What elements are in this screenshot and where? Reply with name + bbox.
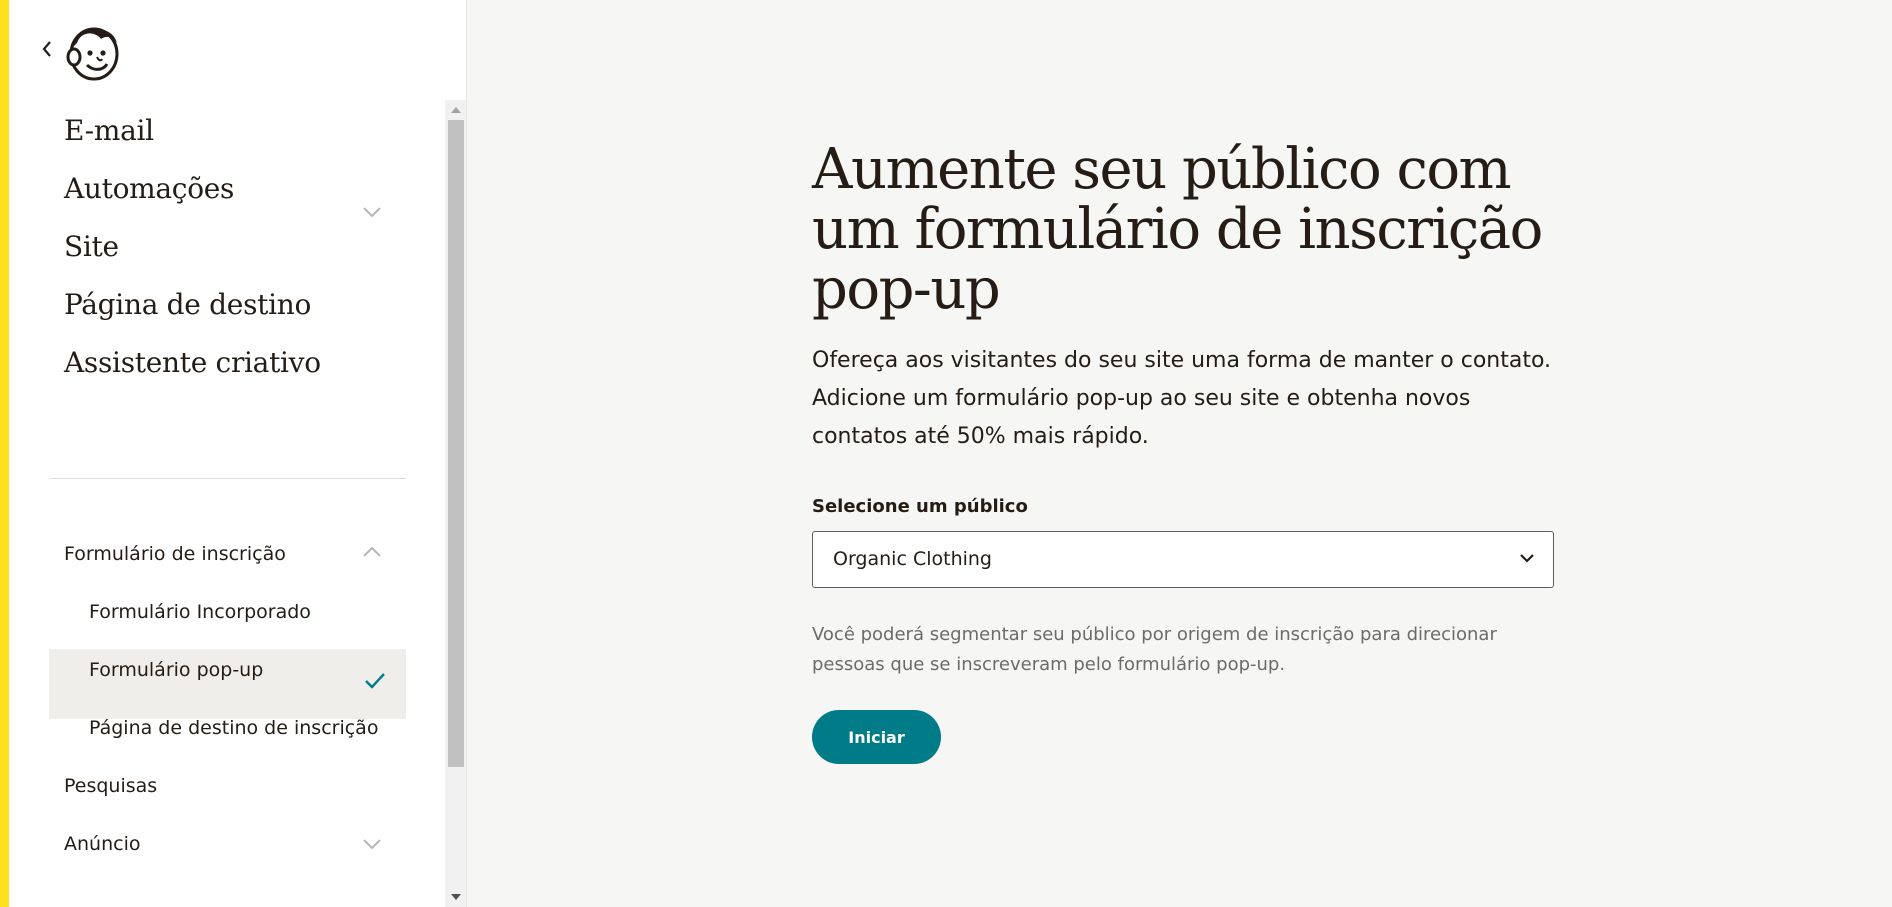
nav-item-popup-form-text[interactable]: Formulário pop-up (89, 659, 263, 681)
scroll-down-arrow[interactable] (445, 887, 466, 907)
nav-item-label: E-mail (64, 114, 154, 147)
page-description: Ofereça aos visitantes do seu site uma f… (812, 348, 1552, 449)
chevron-down-icon[interactable] (361, 837, 383, 851)
sidebar: E-mail Automações Site Página de destino… (9, 0, 467, 907)
audience-helper-text: Você poderá segmentar seu público por or… (812, 624, 1497, 675)
audience-select[interactable]: Organic Clothing (812, 531, 1554, 588)
nav-item-signup-landing-page[interactable]: Página de destino de inscrição (89, 717, 378, 739)
triangle-up-icon (451, 107, 461, 113)
nav-item-label: Formulário de inscrição (64, 543, 286, 565)
back-button[interactable] (32, 34, 62, 64)
triangle-down-icon (451, 894, 461, 900)
mailchimp-freddie-logo[interactable] (61, 17, 125, 83)
chevron-down-icon (1520, 554, 1534, 563)
nav-item-landing-page[interactable]: Página de destino (64, 288, 311, 321)
nav-item-label: Pesquisas (64, 775, 158, 797)
nav-item-automations[interactable]: Automações (64, 172, 234, 205)
sidebar-divider (49, 478, 406, 479)
nav-item-label: Automações (64, 172, 235, 205)
nav-item-ads[interactable]: Anúncio (64, 833, 140, 855)
nav-item-label: Site (64, 230, 119, 263)
nav-item-label: Assistente criativo (64, 346, 321, 379)
sidebar-scrollbar[interactable] (445, 100, 466, 907)
nav-item-label: Página de destino (64, 288, 312, 321)
chevron-down-icon[interactable] (361, 205, 383, 219)
nav-item-creative-assistant[interactable]: Assistente criativo (64, 346, 321, 379)
scroll-up-arrow[interactable] (445, 100, 466, 120)
audience-select-label: Selecione um público (812, 496, 1028, 517)
nav-item-site[interactable]: Site (64, 230, 119, 263)
audience-select-value: Organic Clothing (833, 548, 992, 570)
sidebar-nav: E-mail Automações Site Página de destino… (9, 100, 445, 907)
nav-item-surveys[interactable]: Pesquisas (64, 775, 157, 797)
start-button[interactable]: Iniciar (812, 710, 941, 764)
nav-item-label: Formulário pop-up (89, 659, 264, 681)
nav-item-label: Anúncio (64, 833, 141, 855)
nav-item-signup-forms[interactable]: Formulário de inscrição (64, 543, 286, 565)
main-content: Aumente seu público com um formulário de… (812, 140, 1557, 764)
brand-accent-bar (0, 0, 9, 907)
chevron-up-icon[interactable] (361, 545, 383, 559)
nav-item-embedded-form[interactable]: Formulário Incorporado (89, 601, 311, 623)
nav-item-email[interactable]: E-mail (64, 114, 154, 147)
freddie-icon (66, 27, 119, 81)
page-title: Aumente seu público com um formulário de… (812, 137, 1543, 322)
scrollbar-thumb[interactable] (448, 120, 464, 767)
chevron-left-icon (42, 41, 51, 57)
nav-item-label: Página de destino de inscrição (89, 717, 379, 739)
nav-item-label: Formulário Incorporado (89, 601, 311, 623)
checkmark-icon (365, 673, 385, 689)
